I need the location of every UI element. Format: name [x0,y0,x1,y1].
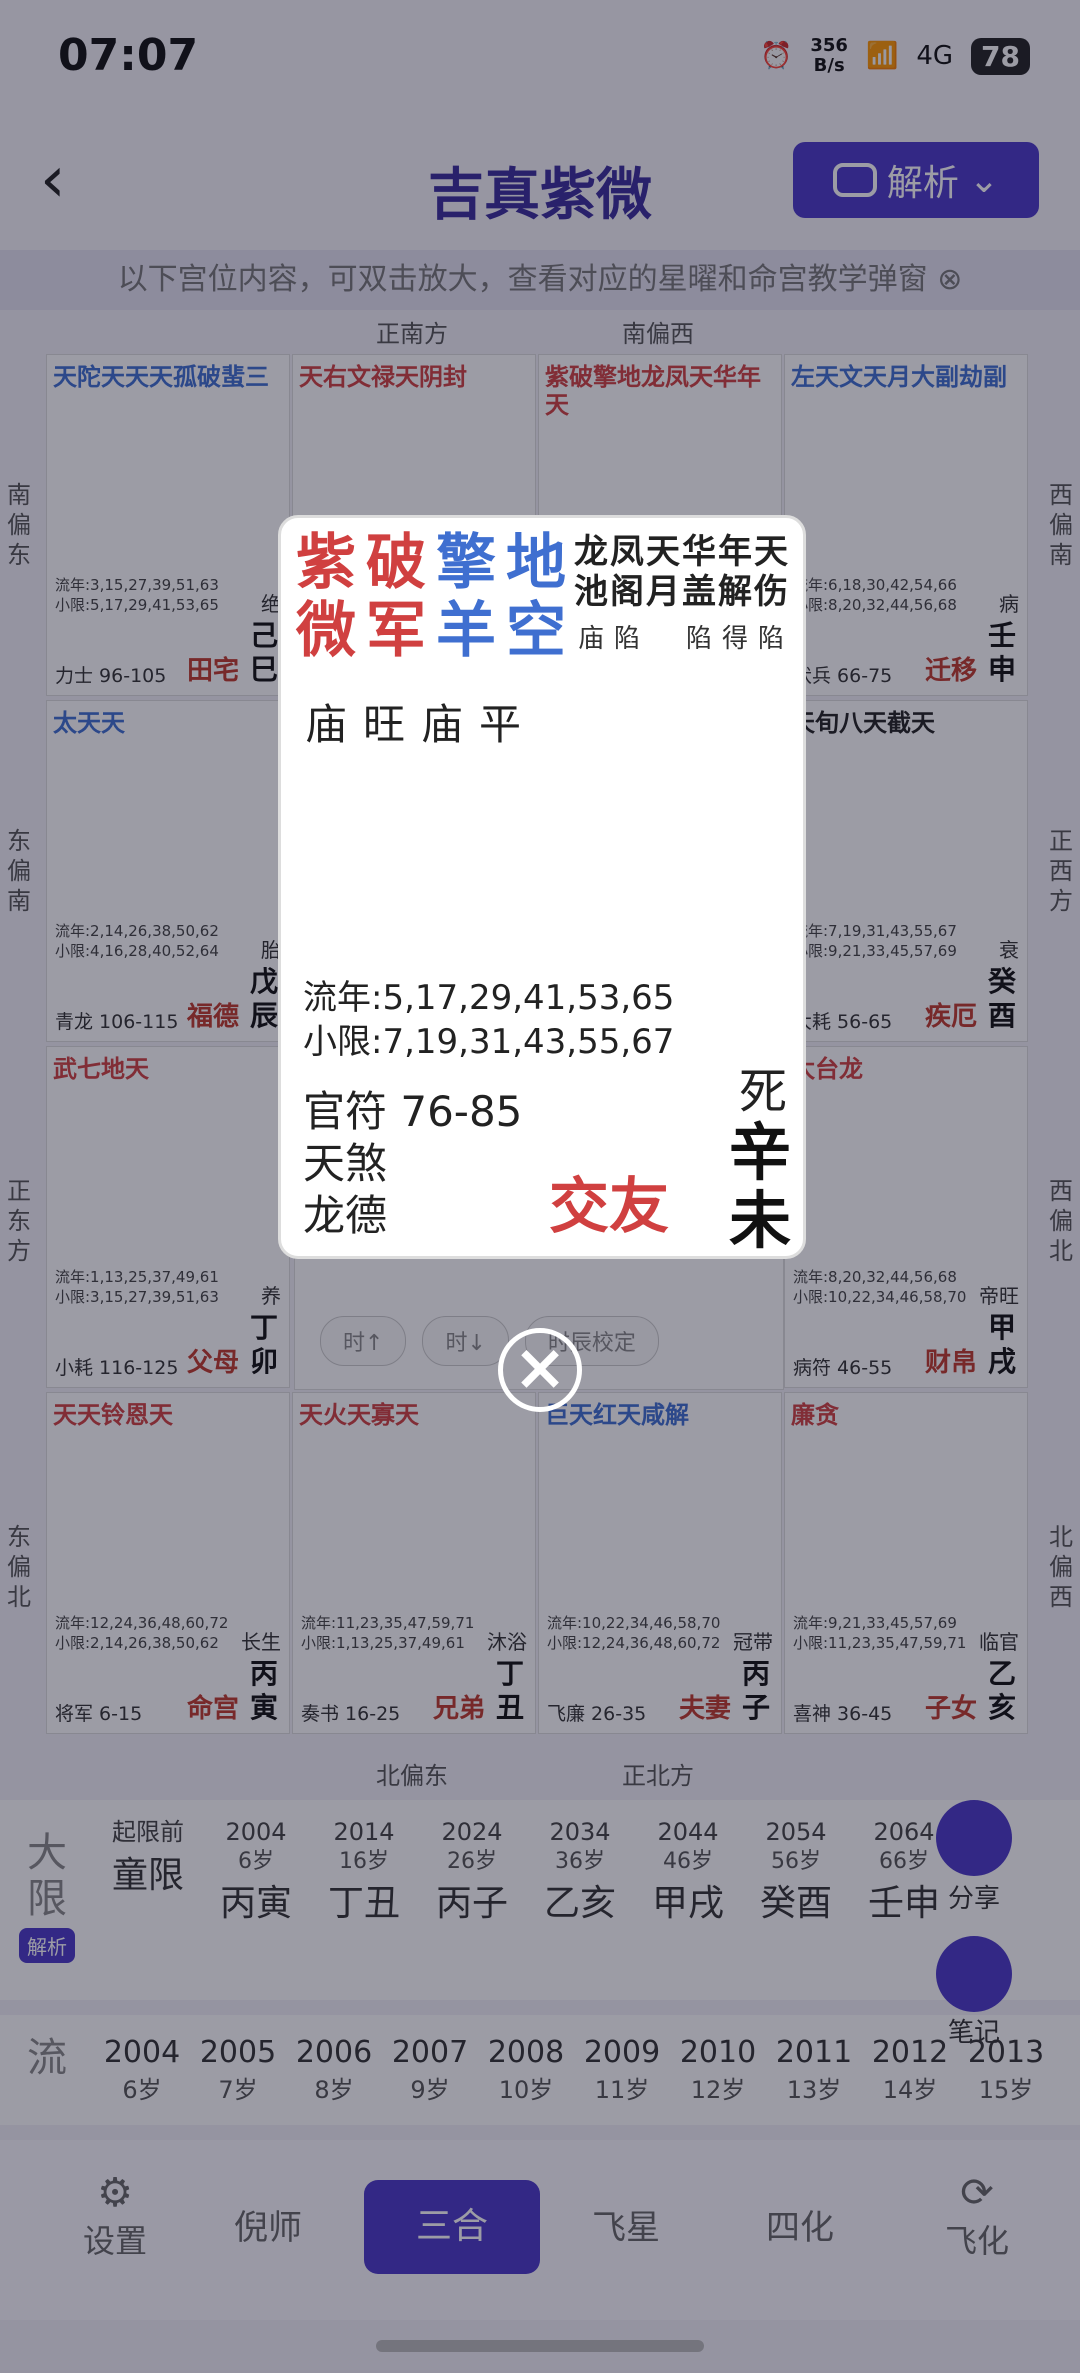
minor-star-bottom: 阁 [610,572,644,612]
year-general: 龙德 [303,1191,388,1240]
main-star-top: 破 [366,528,426,598]
earthly-branch: 未 [729,1184,792,1257]
minor-star-bottom: 解 [718,572,752,612]
main-star-bottom: 微 [296,596,356,666]
main-star-bottom: 空 [506,596,566,666]
flow-year-list: 流年:5,17,29,41,53,65 [303,978,675,1018]
minor-star-bottom: 月 [646,572,680,612]
minor-star-top: 天 [754,532,788,572]
main-star-bottom: 军 [366,596,426,666]
palace-name: 交友 [549,1172,669,1242]
minor-star-brightness: 陷 [685,624,712,654]
minor-star-top: 天 [646,532,680,572]
minor-star-brightness: 陷 [757,624,784,654]
minor-star-top: 凤 [610,532,644,572]
main-star-brightness: 庙旺庙平 [305,700,538,749]
minor-star-top: 龙 [574,532,608,572]
main-star-top: 擎 [436,528,496,598]
minor-star-top: 华 [682,532,716,572]
minor-star-brightness: 陷 [613,624,640,654]
main-star-bottom: 羊 [436,596,496,666]
main-star-top: 地 [506,528,566,598]
main-star-top: 紫 [296,528,356,598]
minor-star-bottom: 伤 [754,572,788,612]
palace-detail-popup: 紫 微 破 军 擎 羊 地 空 龙 池 庙 凤 阁 陷 天 月 华 盖 陷 年 … [278,515,806,1259]
minor-star-brightness: 得 [721,624,748,654]
close-popup-button[interactable]: × [498,1328,582,1412]
minor-star-top: 年 [718,532,752,572]
minor-star-bottom: 池 [574,572,608,612]
close-icon: × [513,1331,567,1405]
small-limit-list: 小限:7,19,31,43,55,67 [303,1022,675,1062]
minor-star-brightness: 庙 [577,624,604,654]
minor-star-bottom: 盖 [682,572,716,612]
